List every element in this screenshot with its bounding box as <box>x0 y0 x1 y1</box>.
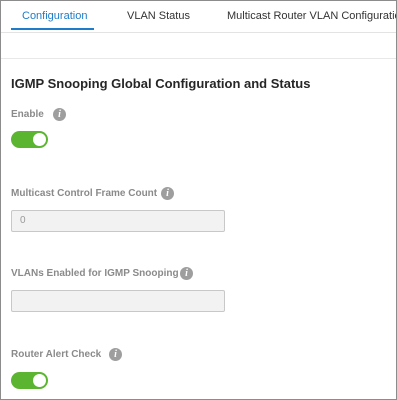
info-icon[interactable]: i <box>53 108 66 121</box>
info-icon[interactable]: i <box>161 187 174 200</box>
info-icon[interactable]: i <box>180 267 193 280</box>
config-panel: Configuration VLAN Status Multicast Rout… <box>0 0 397 400</box>
multicast-control-frame-count-field[interactable]: 0 <box>11 210 225 232</box>
info-icon[interactable]: i <box>109 348 122 361</box>
multicast-control-frame-count-label: Multicast Control Frame Count <box>11 188 158 199</box>
toggle-knob <box>33 374 46 387</box>
router-alert-check-label: Router Alert Check <box>11 349 102 360</box>
vlans-enabled-field[interactable] <box>11 290 225 312</box>
enable-toggle[interactable] <box>11 131 48 148</box>
tab-vlan-status[interactable]: VLAN Status <box>127 10 190 22</box>
tab-bar: Configuration VLAN Status Multicast Rout… <box>1 1 396 33</box>
tab-configuration[interactable]: Configuration <box>22 10 87 22</box>
toggle-knob <box>33 133 46 146</box>
enable-label: Enable <box>11 109 44 120</box>
divider <box>1 58 396 59</box>
tab-multicast-router-vlan-configuration[interactable]: Multicast Router VLAN Configuration <box>227 10 396 22</box>
active-tab-indicator <box>11 28 94 30</box>
router-alert-check-toggle[interactable] <box>11 372 48 389</box>
vlans-enabled-label: VLANs Enabled for IGMP Snooping <box>11 268 179 279</box>
section-title: IGMP Snooping Global Configuration and S… <box>11 76 311 91</box>
